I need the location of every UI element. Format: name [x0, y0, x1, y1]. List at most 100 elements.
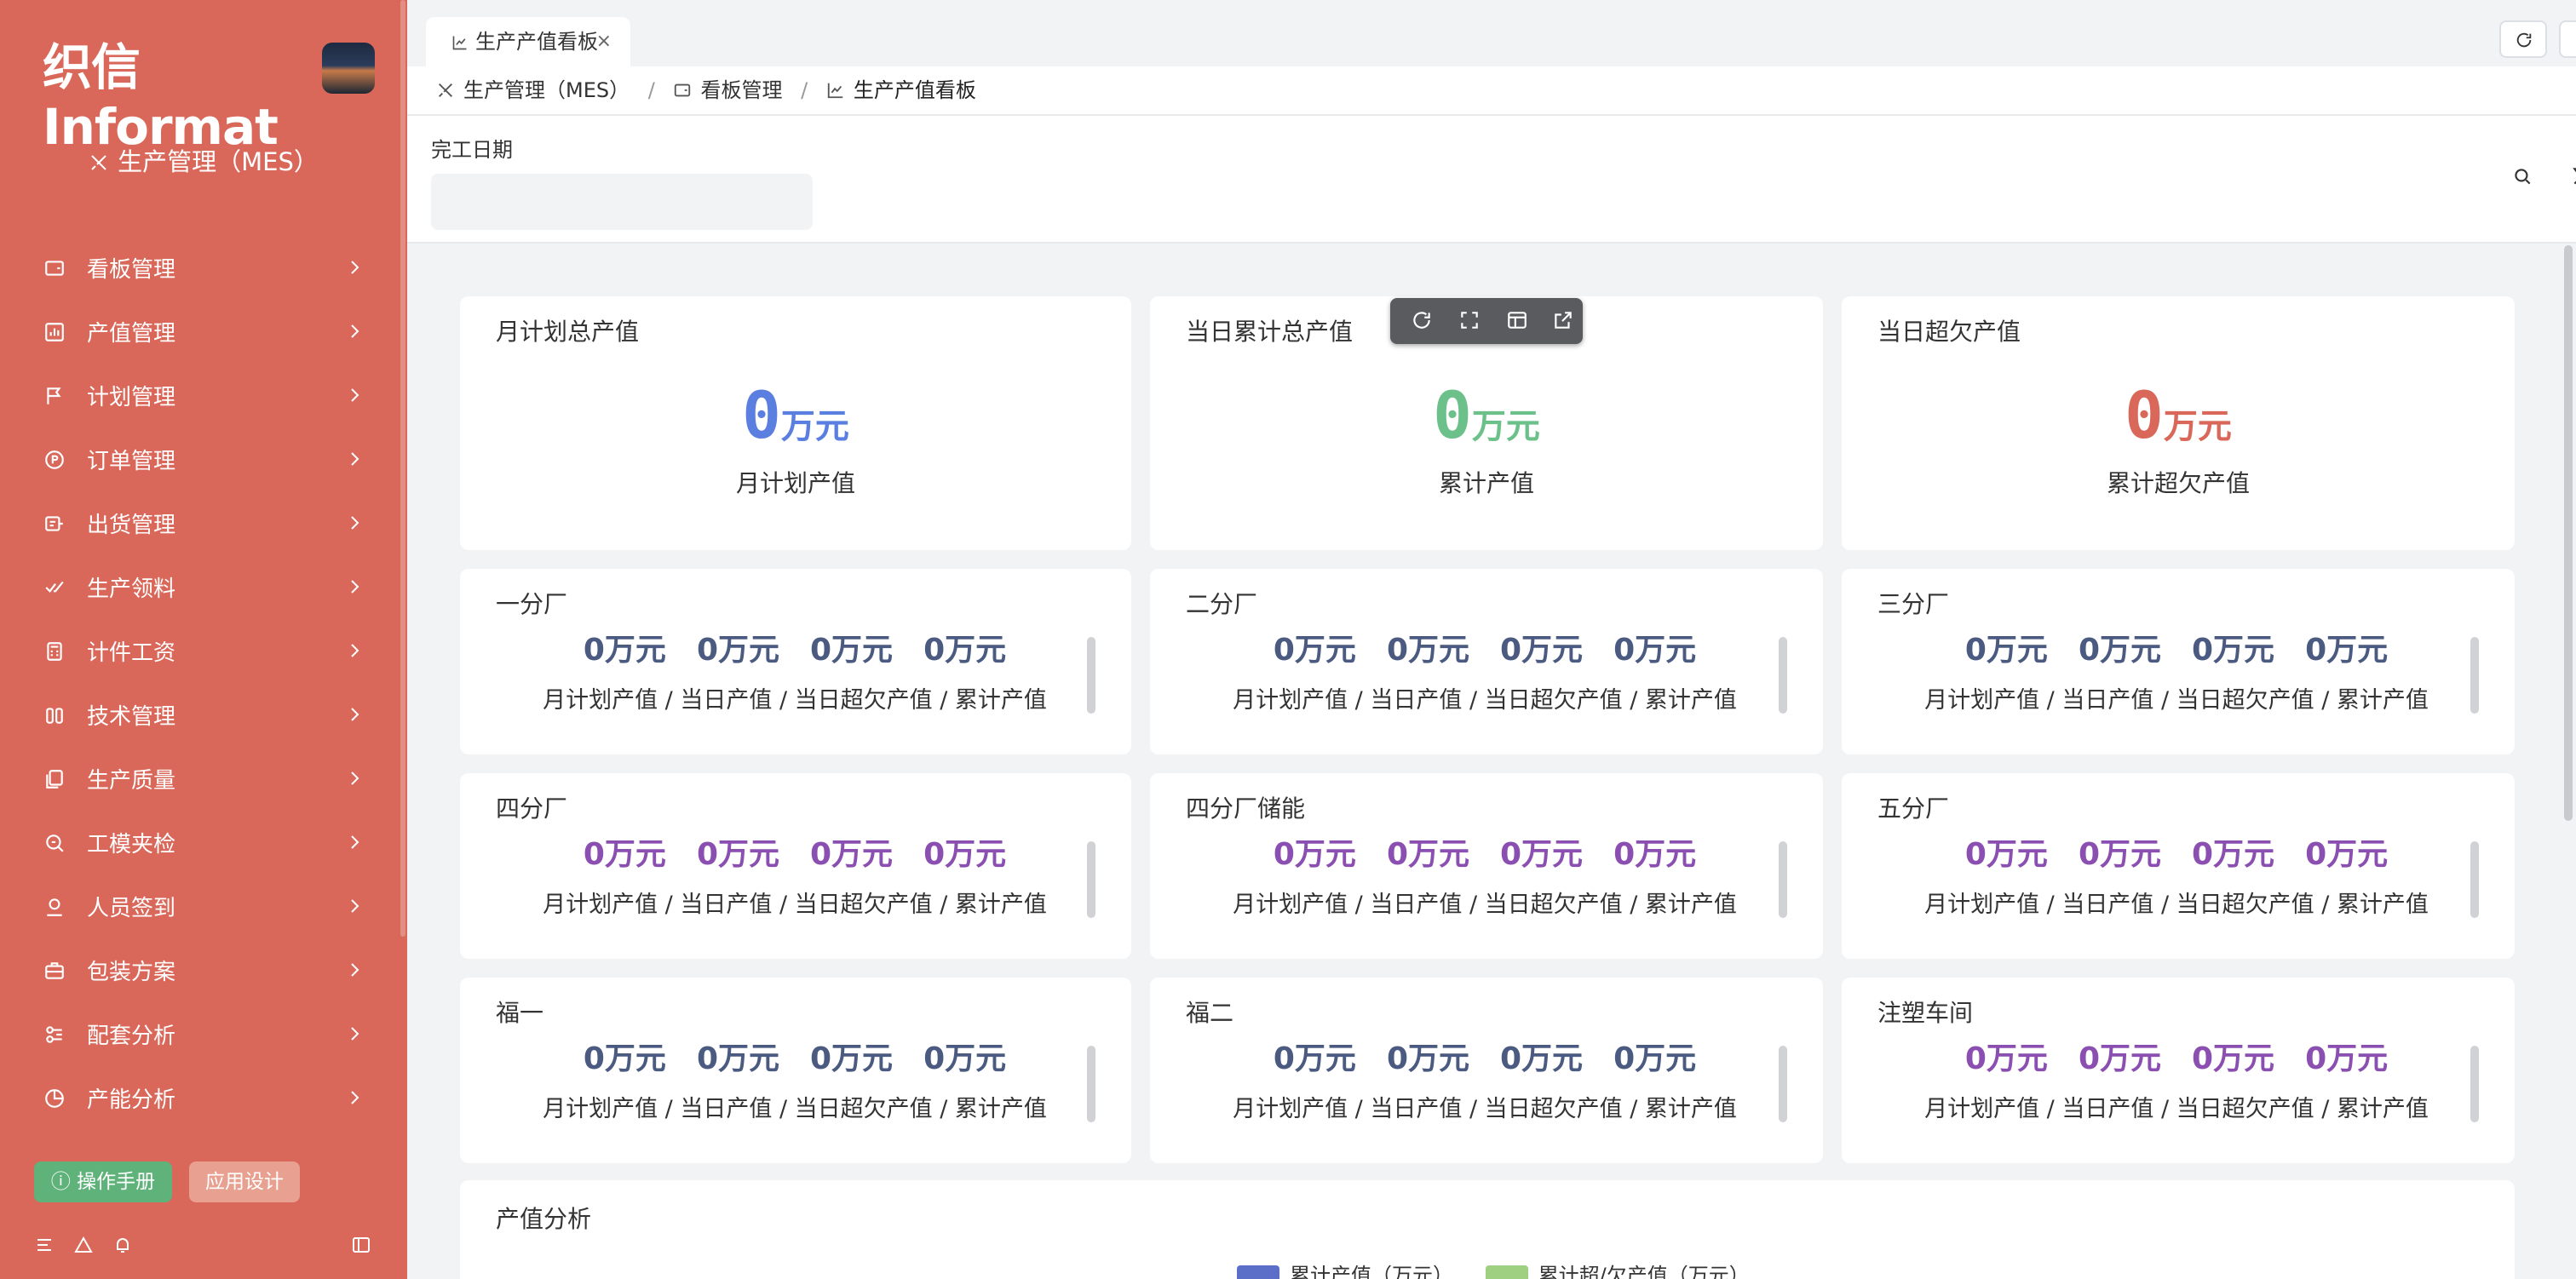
daily-value: 0万元	[2078, 633, 2161, 668]
daily-value: 0万元	[2078, 837, 2161, 872]
sidebar-item-label: 人员签到	[87, 896, 176, 921]
sidebar-item-signin[interactable]: 人员签到	[0, 875, 407, 938]
sidebar-item-matching[interactable]: 配套分析	[0, 1002, 407, 1066]
sidebar-item-label: 计划管理	[87, 385, 176, 410]
card-scrollbar[interactable]	[1779, 841, 1787, 918]
search-icon[interactable]	[2511, 165, 2539, 192]
network-icon	[43, 1023, 66, 1047]
factory-values: 0万元 0万元 0万元 0万元	[1150, 836, 1820, 874]
tech-icon	[43, 703, 66, 727]
factory-caption: 月计划产值 / 当日产值 / 当日超欠产值 / 累计产值	[1233, 1096, 1737, 1122]
sidebar-item-capacity[interactable]: 产能分析	[0, 1066, 407, 1130]
monthly-plan-value: 0万元	[1273, 837, 1356, 872]
sidebar-item-output[interactable]: 产值管理	[0, 300, 407, 364]
sidebar-item-plan[interactable]: 计划管理	[0, 364, 407, 427]
daily-variance-value: 0万元	[2192, 837, 2275, 872]
card-title: 福二	[1186, 999, 1234, 1027]
fullscreen-icon[interactable]	[1458, 309, 1482, 333]
tab-production-value-board[interactable]: 生产产值看板 ×	[426, 17, 630, 66]
monthly-plan-value: 0万元	[583, 1041, 666, 1076]
triangle-icon[interactable]	[73, 1235, 99, 1260]
card-scrollbar[interactable]	[1779, 1046, 1787, 1122]
daily-value: 0万元	[696, 1041, 779, 1076]
card-scrollbar[interactable]	[2470, 637, 2479, 714]
clear-filter-icon[interactable]	[2571, 165, 2576, 192]
value-number: 0	[2125, 377, 2164, 453]
daily-variance-value: 0万元	[1500, 1041, 1584, 1076]
sidebar-item-dashboard[interactable]: 看板管理	[0, 236, 407, 300]
factory-caption: 月计划产值 / 当日产值 / 当日超欠产值 / 累计产值	[543, 892, 1047, 918]
breadcrumb-item-mes[interactable]: 生产管理（MES）	[436, 66, 630, 114]
summary-card-daily-variance: 当日超欠产值 0万元 累计超欠产值	[1842, 296, 2515, 550]
sidebar-item-shipment[interactable]: 出货管理	[0, 491, 407, 555]
legend-swatch	[1237, 1265, 1279, 1279]
factory-caption: 月计划产值 / 当日产值 / 当日超欠产值 / 累计产值	[1233, 892, 1737, 918]
sidebar-item-tech[interactable]: 技术管理	[0, 683, 407, 747]
cumulative-value: 0万元	[923, 837, 1007, 872]
value-label: 月计划产值	[735, 469, 855, 497]
avatar[interactable]	[322, 43, 375, 94]
sidebar-item-package[interactable]: 包装方案	[0, 938, 407, 1002]
pie-icon	[43, 1087, 66, 1110]
legend-item-variance[interactable]: 累计超/欠产值（万元）	[1485, 1259, 1750, 1279]
card-scrollbar[interactable]	[1779, 637, 1787, 714]
sidebar-item-label: 生产领料	[87, 576, 176, 602]
sidebar-item-material[interactable]: 生产领料	[0, 555, 407, 619]
refresh-icon[interactable]	[1411, 309, 1435, 333]
value-number: 0	[742, 377, 781, 453]
factory-caption: 月计划产值 / 当日产值 / 当日超欠产值 / 累计产值	[543, 687, 1047, 714]
order-icon	[43, 448, 66, 472]
completion-date-input[interactable]	[431, 174, 813, 230]
chevron-right-icon	[351, 644, 359, 657]
card-scrollbar[interactable]	[1087, 637, 1095, 714]
more-tabs-button[interactable]	[2559, 20, 2576, 58]
cumulative-value: 0万元	[1613, 633, 1697, 668]
app-name[interactable]: 生产管理（MES）	[0, 145, 407, 179]
bell-icon[interactable]	[112, 1235, 138, 1260]
window-icon[interactable]	[1506, 309, 1530, 333]
sidebar-item-inspect[interactable]: 工模夹检	[0, 811, 407, 875]
line-chart-icon	[452, 36, 467, 50]
line-chart-icon	[827, 83, 843, 99]
legend-item-cumulative[interactable]: 累计产值（万元）	[1237, 1259, 1453, 1279]
factory-card-8: 福二 0万元 0万元 0万元 0万元 月计划产值 / 当日产值 / 当日超欠产值 / …	[1150, 978, 1823, 1163]
sidebar-toggle-icon[interactable]	[351, 1235, 377, 1260]
main-scrollbar[interactable]	[2564, 245, 2573, 821]
card-title: 二分厂	[1186, 590, 1258, 618]
sidebar-item-label: 产能分析	[87, 1087, 176, 1113]
monthly-plan-value: 0万元	[1273, 1041, 1356, 1076]
factory-values: 0万元 0万元 0万元 0万元	[460, 836, 1130, 874]
sidebar-item-label: 计件工资	[87, 640, 176, 666]
close-icon[interactable]: ×	[596, 17, 612, 66]
monthly-plan-value: 0万元	[583, 633, 666, 668]
monthly-plan-value: 0万元	[1273, 633, 1356, 668]
factory-values: 0万元 0万元 0万元 0万元	[1842, 836, 2511, 874]
card-scrollbar[interactable]	[2470, 841, 2479, 918]
chevron-right-icon	[351, 708, 359, 721]
card-scrollbar[interactable]	[2470, 1046, 2479, 1122]
card-title: 当日累计总产值	[1186, 318, 1354, 346]
card-title: 福一	[496, 999, 544, 1027]
design-button[interactable]: 应用设计	[189, 1161, 300, 1202]
chevron-right-icon	[351, 1027, 359, 1041]
bar-chart-icon	[43, 320, 66, 344]
card-scrollbar[interactable]	[1087, 1046, 1095, 1122]
sidebar-item-quality[interactable]: 生产质量	[0, 747, 407, 811]
flag-icon	[43, 384, 66, 408]
factory-values: 0万元 0万元 0万元 0万元	[1150, 632, 1820, 669]
sidebar-menu: 看板管理 产值管理 计划管理 订单管理 出货管理 生产领料 计件工资 技术管理 …	[0, 236, 407, 1130]
refresh-button[interactable]	[2499, 20, 2547, 58]
tools-icon	[439, 83, 452, 97]
card-title: 当日超欠产值	[1877, 318, 2021, 346]
external-link-icon[interactable]	[1552, 309, 1576, 333]
quality-icon	[43, 767, 66, 791]
breadcrumb-item-board-mgmt[interactable]: 看板管理	[673, 66, 782, 114]
manual-button[interactable]: ⓘ 操作手册	[34, 1161, 172, 1202]
sidebar-scrollbar[interactable]	[400, 0, 405, 937]
list-icon[interactable]	[34, 1235, 60, 1260]
sidebar-item-wage[interactable]: 计件工资	[0, 619, 407, 683]
card-scrollbar[interactable]	[1087, 841, 1095, 918]
sidebar-item-order[interactable]: 订单管理	[0, 427, 407, 491]
card-title: 五分厂	[1877, 794, 1950, 823]
value-unit: 万元	[2163, 407, 2232, 446]
